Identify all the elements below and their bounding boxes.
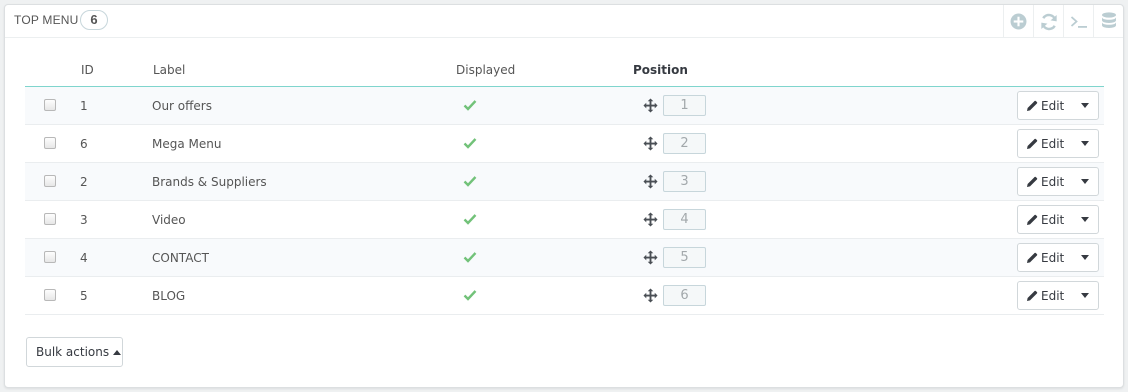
row-checkbox[interactable]	[44, 137, 56, 149]
move-handle-icon[interactable]	[643, 250, 658, 265]
row-id: 5	[80, 289, 88, 303]
edit-button[interactable]: Edit	[1018, 130, 1076, 157]
position-value: 1	[663, 95, 706, 116]
add-new-button[interactable]	[1003, 5, 1033, 38]
edit-button[interactable]: Edit	[1018, 92, 1076, 119]
row-action-group: Edit	[1017, 91, 1099, 120]
check-icon[interactable]	[463, 213, 477, 225]
check-icon[interactable]	[463, 289, 477, 301]
add-circle-icon	[1010, 13, 1027, 30]
row-label: BLOG	[152, 289, 186, 303]
export-button[interactable]	[1093, 5, 1123, 38]
row-checkbox[interactable]	[44, 213, 56, 225]
row-checkbox[interactable]	[44, 175, 56, 187]
edit-label: Edit	[1041, 250, 1065, 265]
row-id: 2	[80, 175, 88, 189]
edit-label: Edit	[1041, 136, 1065, 151]
table-row: 3 Video 4 Edit	[25, 201, 1104, 239]
refresh-button[interactable]	[1033, 5, 1063, 38]
edit-button[interactable]: Edit	[1018, 206, 1076, 233]
move-handle-icon[interactable]	[643, 212, 658, 227]
row-id: 4	[80, 251, 88, 265]
dropdown-caret-button[interactable]	[1081, 293, 1089, 298]
panel-header: Top Menu 6	[5, 5, 1123, 38]
dropdown-caret-button[interactable]	[1081, 179, 1089, 184]
row-label: Our offers	[152, 99, 212, 113]
row-checkbox[interactable]	[44, 251, 56, 263]
pencil-icon	[1027, 252, 1038, 263]
position-value: 2	[663, 133, 706, 154]
row-action-group: Edit	[1017, 129, 1099, 158]
edit-button[interactable]: Edit	[1018, 168, 1076, 195]
pencil-icon	[1027, 214, 1038, 225]
terminal-icon	[1070, 15, 1087, 28]
check-icon[interactable]	[463, 175, 477, 187]
check-icon[interactable]	[463, 137, 477, 149]
edit-button[interactable]: Edit	[1018, 244, 1076, 271]
dropdown-caret-button[interactable]	[1081, 141, 1089, 146]
check-icon[interactable]	[463, 99, 477, 111]
header-label[interactable]: Label	[153, 63, 185, 77]
position-value: 5	[663, 247, 706, 268]
dropdown-caret-button[interactable]	[1081, 217, 1089, 222]
row-label: CONTACT	[152, 251, 209, 265]
table-header: ID Label Displayed Position	[25, 53, 1104, 87]
edit-label: Edit	[1041, 174, 1065, 189]
caret-up-icon	[113, 349, 122, 355]
move-handle-icon[interactable]	[643, 174, 658, 189]
check-icon[interactable]	[463, 251, 477, 263]
panel-toolbar	[1003, 5, 1123, 38]
edit-label: Edit	[1041, 212, 1065, 227]
edit-label: Edit	[1041, 98, 1065, 113]
count-badge: 6	[80, 10, 108, 30]
dropdown-caret-button[interactable]	[1081, 255, 1089, 260]
database-icon	[1101, 12, 1116, 28]
sql-query-button[interactable]	[1063, 5, 1093, 38]
move-handle-icon[interactable]	[643, 288, 658, 303]
refresh-icon	[1040, 13, 1057, 30]
row-action-group: Edit	[1017, 167, 1099, 196]
pencil-icon	[1027, 176, 1038, 187]
row-label: Brands & Suppliers	[152, 175, 267, 189]
row-action-group: Edit	[1017, 281, 1099, 310]
row-action-group: Edit	[1017, 243, 1099, 272]
menu-table: ID Label Displayed Position 1 Our offers…	[25, 53, 1104, 315]
table-row: 2 Brands & Suppliers 3 Edit	[25, 163, 1104, 201]
row-checkbox[interactable]	[44, 289, 56, 301]
bulk-actions-label: Bulk actions	[36, 345, 110, 359]
header-id[interactable]: ID	[81, 63, 94, 77]
table-row: 1 Our offers 1 Edit	[25, 87, 1104, 125]
position-value: 4	[663, 209, 706, 230]
table-row: 6 Mega Menu 2 Edit	[25, 125, 1104, 163]
table-row: 5 BLOG 6 Edit	[25, 277, 1104, 315]
row-id: 1	[80, 99, 88, 113]
move-handle-icon[interactable]	[643, 136, 658, 151]
row-id: 6	[80, 137, 88, 151]
row-id: 3	[80, 213, 88, 227]
pencil-icon	[1027, 138, 1038, 149]
header-displayed[interactable]: Displayed	[456, 63, 515, 77]
top-menu-panel: Top Menu 6	[4, 4, 1124, 388]
bulk-actions-button[interactable]: Bulk actions	[26, 337, 123, 367]
position-value: 3	[663, 171, 706, 192]
row-label: Mega Menu	[152, 137, 222, 151]
table-row: 4 CONTACT 5 Edit	[25, 239, 1104, 277]
header-position[interactable]: Position	[633, 63, 688, 77]
position-value: 6	[663, 285, 706, 306]
edit-label: Edit	[1041, 288, 1065, 303]
row-action-group: Edit	[1017, 205, 1099, 234]
panel-title: Top Menu	[14, 13, 79, 27]
pencil-icon	[1027, 100, 1038, 111]
move-handle-icon[interactable]	[643, 98, 658, 113]
row-checkbox[interactable]	[44, 99, 56, 111]
edit-button[interactable]: Edit	[1018, 282, 1076, 309]
row-label: Video	[152, 213, 186, 227]
pencil-icon	[1027, 290, 1038, 301]
dropdown-caret-button[interactable]	[1081, 103, 1089, 108]
